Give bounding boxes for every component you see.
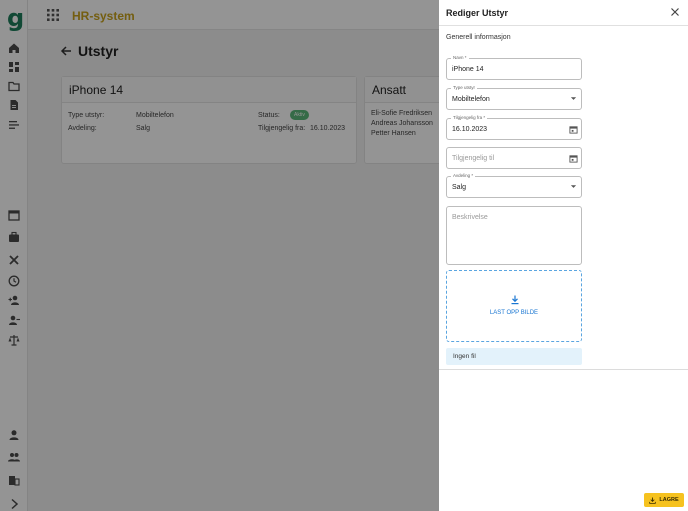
- save-button[interactable]: LAGRE: [644, 493, 684, 507]
- no-file-indicator: Ingen fil: [446, 348, 582, 365]
- type-select-value: Mobiltelefon: [452, 96, 490, 103]
- department-select[interactable]: Avdeling * Salg: [446, 173, 582, 198]
- available-to-field[interactable]: Tilgjengelig til: [446, 147, 582, 169]
- name-field-label: Navn *: [451, 55, 469, 60]
- chevron-down-icon[interactable]: [570, 95, 577, 102]
- description-placeholder: Beskrivelse: [452, 214, 488, 221]
- save-icon: [649, 496, 657, 504]
- edit-drawer: Rediger Utstyr Generell informasjon Navn…: [439, 0, 688, 511]
- chevron-down-icon[interactable]: [570, 183, 577, 190]
- type-select[interactable]: Type utstyr Mobiltelefon: [446, 85, 582, 110]
- description-textarea[interactable]: Beskrivelse: [446, 206, 582, 265]
- type-select-label: Type utstyr: [451, 85, 478, 90]
- upload-image-dropzone[interactable]: LAST OPP BILDE: [446, 270, 582, 342]
- save-button-label: LAGRE: [659, 497, 679, 503]
- calendar-icon[interactable]: [569, 154, 578, 163]
- name-field-value: iPhone 14: [452, 66, 484, 73]
- available-from-field[interactable]: Tilgjengelig fra * 16.10.2023: [446, 115, 582, 140]
- available-from-label: Tilgjengelig fra *: [451, 115, 488, 120]
- department-select-value: Salg: [452, 184, 467, 191]
- close-icon[interactable]: [670, 7, 680, 17]
- modal-backdrop[interactable]: [0, 0, 439, 511]
- drawer-divider: [439, 369, 688, 370]
- calendar-icon[interactable]: [569, 125, 578, 134]
- name-field[interactable]: Navn * iPhone 14: [446, 55, 582, 80]
- upload-image-label: LAST OPP BILDE: [489, 310, 539, 316]
- available-from-value: 16.10.2023: [452, 126, 488, 133]
- available-to-placeholder: Tilgjengelig til: [452, 155, 495, 162]
- drawer-header: Rediger Utstyr: [439, 0, 688, 26]
- department-select-label: Avdeling *: [451, 173, 476, 178]
- section-title: Generell informasjon: [446, 34, 511, 41]
- download-icon: [511, 295, 519, 305]
- drawer-title: Rediger Utstyr: [446, 8, 509, 18]
